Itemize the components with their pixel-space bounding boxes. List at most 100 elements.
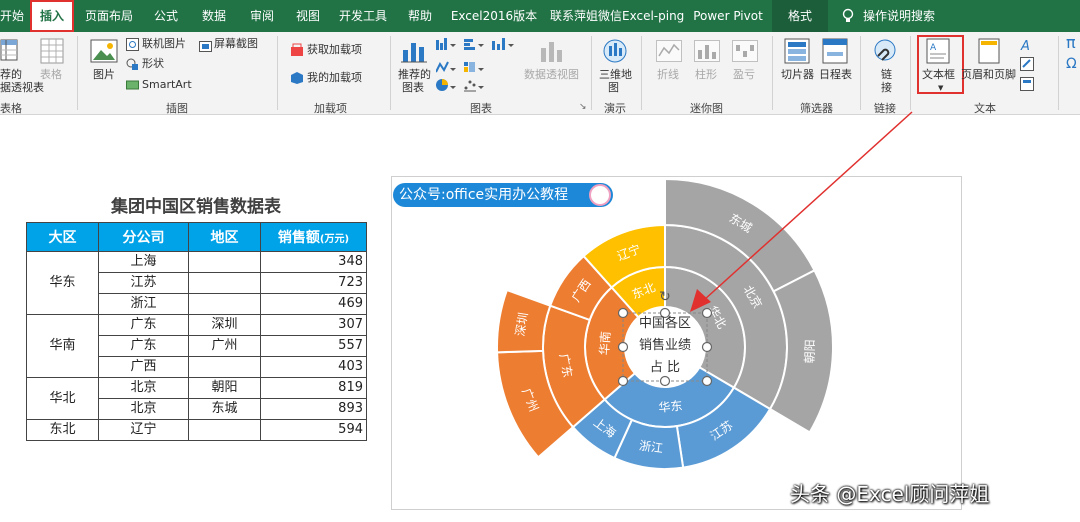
symbol-icon[interactable]: Ω — [1066, 57, 1077, 71]
cell-region[interactable]: 东北 — [26, 419, 99, 441]
store-icon[interactable] — [290, 42, 304, 56]
cell-sales[interactable]: 723 — [260, 272, 367, 294]
online-picture-icon[interactable] — [126, 36, 139, 51]
cell-area[interactable]: 广州 — [188, 335, 261, 357]
table-row: 华北 北京 朝阳 819 — [26, 377, 367, 420]
sparkline-column-icon[interactable] — [694, 40, 720, 62]
svg-text:A: A — [1020, 39, 1030, 52]
tab-data[interactable]: 数据 — [196, 0, 232, 32]
tab-page-layout[interactable]: 页面布局 — [84, 0, 134, 32]
chart-type-gallery-icon[interactable] — [435, 38, 522, 92]
cell-area[interactable]: 东城 — [188, 398, 261, 420]
cell-area[interactable] — [188, 251, 261, 273]
object-icon[interactable] — [1020, 76, 1034, 91]
dialog-launcher-icon[interactable]: ↘ — [579, 101, 587, 114]
cell-sales[interactable]: 557 — [260, 335, 367, 357]
header-footer-label: 页眉和页脚 — [961, 68, 1016, 81]
tab-power-pivot[interactable]: Power Pivot — [692, 0, 764, 32]
cell-sales[interactable]: 348 — [260, 251, 367, 273]
link-label-1: 链 — [881, 68, 892, 81]
sparkline-line-icon[interactable] — [656, 40, 682, 62]
cell-area[interactable] — [188, 419, 261, 441]
cell-sales[interactable]: 403 — [260, 356, 367, 378]
cell-sales[interactable]: 819 — [260, 377, 367, 399]
cell-branch[interactable]: 浙江 — [98, 293, 189, 315]
sparklines-group-label: 迷你图 — [690, 102, 723, 115]
header-sales[interactable]: 销售额(万元) — [260, 222, 367, 252]
tab-insert[interactable]: 插入 — [30, 0, 74, 32]
recommended-charts-icon[interactable] — [400, 38, 428, 64]
pivot-table-label-2: 据透视表 — [0, 81, 44, 94]
cell-branch[interactable]: 北京 — [98, 398, 189, 420]
account-badge: 公众号:office实用办公教程 — [393, 183, 613, 207]
cell-sales[interactable]: 307 — [260, 314, 367, 336]
cell-branch[interactable]: 广东 — [98, 314, 189, 336]
pivot-chart-icon[interactable] — [538, 38, 566, 64]
tell-me-search[interactable]: 操作说明搜索 — [862, 0, 936, 32]
tab-formulas[interactable]: 公式 — [148, 0, 184, 32]
cell-sales[interactable]: 469 — [260, 293, 367, 315]
tab-format[interactable]: 格式 — [772, 0, 828, 32]
signature-icon[interactable] — [1020, 56, 1034, 71]
group-divider — [641, 36, 642, 110]
header-area[interactable]: 地区 — [188, 222, 261, 252]
tab-help[interactable]: 帮助 — [402, 0, 438, 32]
shapes-icon[interactable] — [126, 56, 139, 70]
smartart-icon[interactable] — [126, 76, 139, 90]
cell-branch[interactable]: 江苏 — [98, 272, 189, 294]
cell-branch[interactable]: 广西 — [98, 356, 189, 378]
cell-area[interactable] — [188, 356, 261, 378]
links-group-label: 链接 — [874, 102, 896, 115]
cell-region[interactable]: 华东 — [26, 251, 99, 315]
header-footer-icon[interactable] — [978, 38, 1000, 64]
picture-icon[interactable] — [90, 38, 118, 64]
link-icon[interactable] — [872, 38, 898, 64]
tab-contact[interactable]: 联系萍姐微信Excel-ping — [550, 0, 684, 32]
cell-branch[interactable]: 上海 — [98, 251, 189, 273]
cell-branch[interactable]: 北京 — [98, 377, 189, 399]
chart-area[interactable] — [391, 176, 962, 510]
online-picture-label[interactable]: 联机图片 — [142, 37, 186, 50]
3d-map-icon[interactable] — [602, 38, 628, 64]
tab-excel2016[interactable]: Excel2016版本 — [450, 0, 538, 32]
pivot-table-icon[interactable] — [0, 38, 18, 62]
header-branch[interactable]: 分公司 — [98, 222, 189, 252]
cell-area[interactable] — [188, 293, 261, 315]
cell-branch[interactable]: 辽宁 — [98, 419, 189, 441]
timeline-label: 日程表 — [819, 68, 852, 81]
group-divider — [910, 36, 911, 110]
cell-area[interactable]: 深圳 — [188, 314, 261, 336]
table-row: 华南 广东 深圳 307 — [26, 314, 367, 378]
cell-area[interactable] — [188, 272, 261, 294]
slicer-icon[interactable] — [784, 38, 810, 64]
cell-sales[interactable]: 893 — [260, 398, 367, 420]
filters-group-label: 筛选器 — [800, 102, 833, 115]
cell-branch[interactable]: 广东 — [98, 335, 189, 357]
my-addins-icon[interactable] — [290, 70, 304, 84]
tab-review[interactable]: 审阅 — [244, 0, 280, 32]
tables-group-label: 表格 — [0, 102, 22, 115]
screenshot-label[interactable]: 屏幕截图 — [214, 37, 258, 50]
header-region[interactable]: 大区 — [26, 222, 99, 252]
equation-icon[interactable]: π — [1066, 35, 1076, 51]
get-addins-label[interactable]: 获取加载项 — [307, 43, 362, 56]
timeline-icon[interactable] — [822, 38, 848, 64]
smartart-label[interactable]: SmartArt — [142, 78, 192, 91]
cell-region[interactable]: 华南 — [26, 314, 99, 378]
cell-area[interactable]: 朝阳 — [188, 377, 261, 399]
table-icon[interactable] — [40, 38, 64, 64]
shapes-label[interactable]: 形状 — [142, 57, 164, 70]
my-addins-label[interactable]: 我的加载项 — [307, 71, 362, 84]
table-label: 表格 — [40, 68, 62, 81]
addins-group-label: 加载项 — [314, 102, 347, 115]
lightbulb-icon — [840, 0, 856, 32]
cell-region[interactable]: 华北 — [26, 377, 99, 420]
wordart-icon[interactable]: A — [1020, 37, 1034, 54]
tab-home[interactable]: 开始 — [0, 0, 24, 32]
tab-developer[interactable]: 开发工具 — [336, 0, 390, 32]
screenshot-icon[interactable] — [199, 37, 212, 52]
sparkline-winloss-icon[interactable] — [732, 40, 758, 62]
tab-view[interactable]: 视图 — [290, 0, 326, 32]
cell-sales[interactable]: 594 — [260, 419, 367, 441]
group-divider — [772, 36, 773, 110]
